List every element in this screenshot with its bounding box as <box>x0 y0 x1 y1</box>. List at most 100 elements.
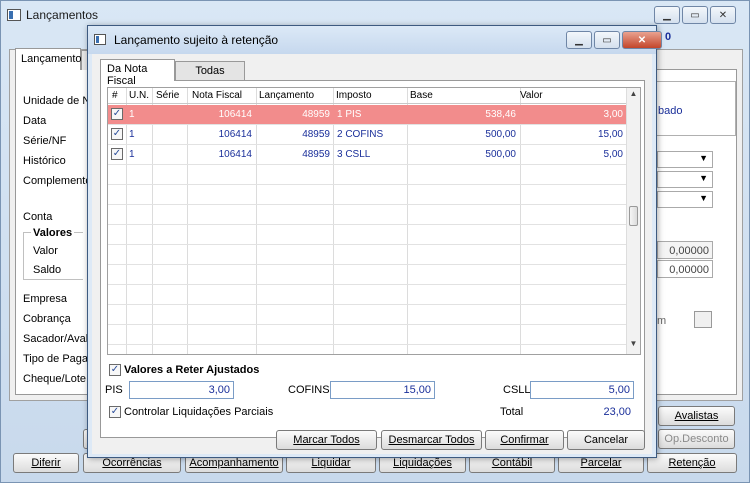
desmarcar-todos-button[interactable]: Desmarcar Todos <box>381 430 482 450</box>
close-icon[interactable]: ✕ <box>710 6 736 24</box>
minimize-icon[interactable]: ▁ <box>566 31 592 49</box>
dialog-body: Da Nota Fiscal Todas # U.N. Série Nota F… <box>92 54 652 454</box>
ajustados-label: Valores a Reter Ajustados <box>124 364 260 376</box>
tab-todas[interactable]: Todas <box>175 61 245 81</box>
close-icon[interactable]: ✕ <box>622 31 662 49</box>
cofins-label: COFINS <box>288 384 330 396</box>
chevron-down-icon: ▼ <box>699 173 708 183</box>
col-header-base: Base <box>410 90 433 101</box>
label-valor: Valor <box>33 245 58 257</box>
chevron-down-icon: ▼ <box>699 193 708 203</box>
cell-lancamento: 48959 <box>302 149 330 160</box>
col-header-imposto: Imposto <box>336 90 372 101</box>
status-text: bado <box>658 105 683 117</box>
scroll-up-icon[interactable]: ▲ <box>627 89 640 103</box>
cell-lancamento: 48959 <box>302 109 330 120</box>
maximize-icon[interactable]: ▭ <box>594 31 620 49</box>
dialog-title-bar: Lançamento sujeito à retenção ▁ ▭ ✕ <box>88 26 662 54</box>
tab-page: # U.N. Série Nota Fiscal Lançamento Impo… <box>100 80 645 450</box>
pis-field[interactable]: 3,00 <box>129 381 234 399</box>
row-checkbox[interactable]: ✓ <box>111 128 123 140</box>
col-header-num: # <box>112 90 118 101</box>
marcar-todos-button[interactable]: Marcar Todos <box>276 430 377 450</box>
record-number: 0 <box>665 31 672 43</box>
table-row-empty <box>108 185 628 205</box>
chevron-down-icon: ▼ <box>699 153 708 163</box>
cell-nf: 106414 <box>218 109 252 120</box>
retencao-dialog: Lançamento sujeito à retenção ▁ ▭ ✕ Da N… <box>87 25 662 458</box>
cell-imposto: 1 PIS <box>337 109 362 120</box>
controlar-checkbox[interactable]: ✓ <box>109 406 121 418</box>
cell-base: 500,00 <box>485 129 516 140</box>
window-icon <box>94 34 106 45</box>
tab-da-nota-fiscal[interactable]: Da Nota Fiscal <box>100 59 175 87</box>
cell-imposto: 2 COFINS <box>337 129 384 140</box>
avalistas-button[interactable]: Avalistas <box>658 406 735 426</box>
table-row-empty <box>108 285 628 305</box>
maximize-icon[interactable]: ▭ <box>682 6 708 24</box>
window-icon <box>7 9 21 21</box>
cell-un: 1 <box>129 149 135 160</box>
label-complemento: Complemento <box>23 175 92 187</box>
table-row-empty <box>108 245 628 265</box>
row-checkbox[interactable]: ✓ <box>111 148 123 160</box>
scroll-thumb[interactable] <box>629 206 638 226</box>
col-header-nota-fiscal: Nota Fiscal <box>192 90 243 101</box>
table-row-empty <box>108 325 628 345</box>
controlar-label: Controlar Liquidações Parciais <box>124 406 274 418</box>
cancelar-button[interactable]: Cancelar <box>567 430 645 450</box>
label-historico: Histórico <box>23 155 66 167</box>
total-label: Total <box>500 406 524 418</box>
complemento-dropdown[interactable]: ▼ <box>657 171 713 188</box>
scroll-down-icon[interactable]: ▼ <box>627 339 640 353</box>
cell-un: 1 <box>129 129 135 140</box>
label-cheque: Cheque/Lote <box>23 373 86 385</box>
cell-nf: 106414 <box>218 149 252 160</box>
minimize-icon[interactable]: ▁ <box>654 6 680 24</box>
historico-dropdown[interactable]: ▼ <box>657 151 713 168</box>
cell-un: 1 <box>129 109 135 120</box>
table-row[interactable]: ✓ 1 106414 48959 2 COFINS 500,00 15,00 <box>108 125 628 145</box>
cell-base: 538,46 <box>485 109 516 120</box>
valor-field[interactable]: 0,00000 <box>657 241 713 259</box>
cofins-field[interactable]: 15,00 <box>330 381 435 399</box>
table-row-empty <box>108 265 628 285</box>
col-header-lancamento: Lançamento <box>259 90 315 101</box>
csll-label: CSLL <box>503 384 531 396</box>
dialog-window-controls: ▁ ▭ ✕ <box>566 31 662 49</box>
label-valores: Valores <box>31 227 75 239</box>
confirmar-button[interactable]: Confirmar <box>485 430 564 450</box>
csll-field[interactable]: 5,00 <box>530 381 634 399</box>
pis-label: PIS <box>105 384 123 396</box>
grid-header: # U.N. Série Nota Fiscal Lançamento Impo… <box>108 88 628 104</box>
cell-nf: 106414 <box>218 129 252 140</box>
table-row-empty <box>108 165 628 185</box>
label-serie: Série/NF <box>23 135 67 147</box>
total-value: 23,00 <box>603 406 631 418</box>
retencao-button[interactable]: Retenção <box>647 453 737 473</box>
table-row[interactable]: ✓ 1 106414 48959 1 PIS 538,46 3,00 <box>108 105 628 125</box>
label-conta: Conta <box>23 211 53 223</box>
col-header-valor: Valor <box>520 90 543 101</box>
col-header-un: U.N. <box>129 90 149 101</box>
diferir-button[interactable]: Diferir <box>13 453 79 473</box>
table-row-empty <box>108 225 628 245</box>
cell-valor: 3,00 <box>603 109 623 120</box>
label-saldo: Saldo <box>33 264 62 276</box>
conta-dropdown[interactable]: ▼ <box>657 191 713 208</box>
right-checkbox[interactable] <box>694 311 712 328</box>
op-desconto-button[interactable]: Op.Desconto <box>658 429 735 449</box>
label-empresa: Empresa <box>23 293 68 305</box>
row-checkbox[interactable]: ✓ <box>111 108 123 120</box>
table-row[interactable]: ✓ 1 106414 48959 3 CSLL 500,00 5,00 <box>108 145 628 165</box>
label-cobranca: Cobrança <box>23 313 71 325</box>
grid-scrollbar[interactable]: ▲ ▼ <box>626 88 640 354</box>
tab-lancamento[interactable]: Lançamento <box>15 48 82 70</box>
cell-lancamento: 48959 <box>302 129 330 140</box>
table-row-empty <box>108 305 628 325</box>
retencao-grid: # U.N. Série Nota Fiscal Lançamento Impo… <box>107 87 641 355</box>
cell-imposto: 3 CSLL <box>337 149 371 160</box>
table-row-empty <box>108 205 628 225</box>
ajustados-checkbox[interactable]: ✓ <box>109 364 121 376</box>
saldo-field[interactable]: 0,00000 <box>657 260 713 278</box>
